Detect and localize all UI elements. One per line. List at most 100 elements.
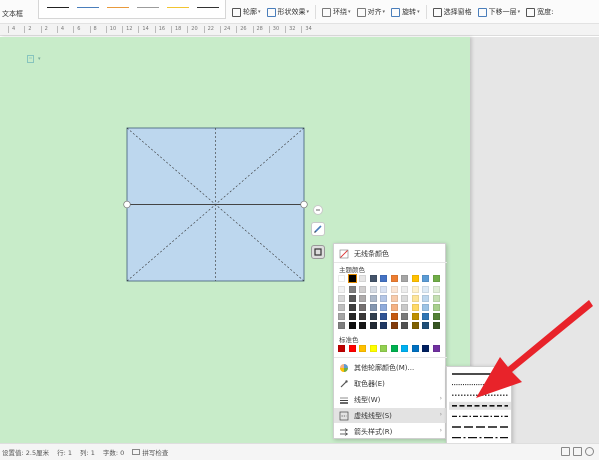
theme-shade-swatch[interactable] bbox=[390, 286, 398, 293]
theme-shade-swatch[interactable] bbox=[338, 295, 345, 302]
status-word-count[interactable]: 字数: 0 bbox=[103, 447, 124, 457]
theme-shade-swatch[interactable] bbox=[422, 322, 429, 329]
standard-color-swatch[interactable] bbox=[411, 345, 419, 352]
theme-shade-swatch[interactable] bbox=[338, 322, 345, 329]
standard-color-swatch[interactable] bbox=[359, 345, 366, 352]
theme-shade-swatch[interactable] bbox=[380, 295, 387, 302]
line-color-swatch[interactable] bbox=[197, 7, 219, 8]
theme-shade-swatch[interactable] bbox=[432, 313, 440, 320]
standard-color-swatch[interactable] bbox=[369, 345, 377, 352]
theme-shade-swatch[interactable] bbox=[432, 322, 440, 329]
theme-shade-swatch[interactable] bbox=[422, 295, 429, 302]
theme-color-swatch[interactable] bbox=[347, 274, 357, 283]
theme-shade-swatch[interactable] bbox=[369, 313, 377, 320]
theme-shade-swatch[interactable] bbox=[411, 313, 419, 320]
standard-color-swatch[interactable] bbox=[401, 345, 408, 352]
menu-item-arrow-style[interactable]: 箭头样式(R) › bbox=[334, 424, 447, 439]
theme-shade-swatch[interactable] bbox=[369, 304, 377, 311]
horizontal-ruler[interactable]: 4 2 2 4 6 8 10 12 14 16 18 20 22 24 26 28 30 32 34 bbox=[0, 24, 599, 36]
theme-shade-swatch[interactable] bbox=[369, 286, 377, 293]
theme-shade-swatch[interactable] bbox=[338, 304, 345, 311]
theme-shade-swatch[interactable] bbox=[401, 304, 408, 311]
toolbar-item-7[interactable]: 宽度: bbox=[526, 7, 553, 17]
theme-shade-swatch[interactable] bbox=[380, 286, 387, 293]
menu-item-eyedropper[interactable]: 取色器(E) bbox=[334, 376, 447, 391]
toolbar-item-1[interactable]: 形状效果 ▾ bbox=[266, 7, 309, 17]
line-color-swatch[interactable] bbox=[137, 7, 159, 8]
status-position[interactable]: 设置值: 2.5厘米 bbox=[2, 447, 49, 457]
theme-shade-swatch[interactable] bbox=[369, 295, 377, 302]
theme-color-swatch[interactable] bbox=[422, 275, 429, 282]
collapse-button[interactable] bbox=[313, 205, 323, 215]
theme-color-swatch[interactable] bbox=[369, 275, 377, 282]
paragraph-layout-icon[interactable] bbox=[27, 55, 35, 63]
theme-shade-swatch[interactable] bbox=[432, 304, 440, 311]
theme-shade-swatch[interactable] bbox=[380, 322, 387, 329]
theme-shade-swatch[interactable] bbox=[359, 304, 366, 311]
theme-color-swatch[interactable] bbox=[359, 275, 366, 282]
theme-color-swatch[interactable] bbox=[390, 275, 398, 282]
theme-color-swatch[interactable] bbox=[432, 275, 440, 282]
shape-style-button[interactable] bbox=[311, 222, 325, 236]
theme-shade-swatch[interactable] bbox=[390, 313, 398, 320]
standard-color-swatch[interactable] bbox=[432, 345, 440, 352]
menu-item-more-colors[interactable]: 其他轮廓颜色(M)... bbox=[334, 360, 447, 375]
theme-shade-swatch[interactable] bbox=[422, 304, 429, 311]
theme-shade-swatch[interactable] bbox=[390, 304, 398, 311]
line-color-swatch[interactable] bbox=[77, 7, 99, 8]
toolbar-item-4[interactable]: 旋转 ▾ bbox=[391, 7, 420, 17]
theme-shade-swatch[interactable] bbox=[380, 304, 387, 311]
theme-shade-swatch[interactable] bbox=[380, 313, 387, 320]
theme-color-swatch[interactable] bbox=[401, 275, 408, 282]
theme-shade-swatch[interactable] bbox=[422, 286, 429, 293]
selected-rectangle-shape[interactable] bbox=[123, 127, 308, 282]
theme-color-swatch[interactable] bbox=[380, 275, 387, 282]
toolbar-item-5[interactable]: 选择窗格 bbox=[432, 7, 472, 17]
theme-color-swatch[interactable] bbox=[338, 275, 345, 282]
theme-shade-swatch[interactable] bbox=[411, 286, 419, 293]
theme-shade-swatch[interactable] bbox=[359, 295, 366, 302]
standard-color-swatch[interactable] bbox=[348, 345, 356, 352]
theme-shade-swatch[interactable] bbox=[390, 322, 398, 329]
menu-item-no-line-color[interactable]: 无线条颜色 bbox=[334, 246, 447, 261]
theme-shade-swatch[interactable] bbox=[422, 313, 429, 320]
theme-shade-swatch[interactable] bbox=[348, 304, 356, 311]
theme-shade-swatch[interactable] bbox=[411, 304, 419, 311]
chevron-down-icon[interactable]: ▾ bbox=[38, 56, 41, 62]
theme-shade-swatch[interactable] bbox=[401, 313, 408, 320]
theme-shade-swatch[interactable] bbox=[338, 313, 345, 320]
theme-shade-swatch[interactable] bbox=[411, 295, 419, 302]
theme-shade-swatch[interactable] bbox=[432, 286, 440, 293]
theme-shade-swatch[interactable] bbox=[369, 322, 377, 329]
standard-color-swatch[interactable] bbox=[338, 345, 345, 352]
theme-shade-swatch[interactable] bbox=[338, 286, 345, 293]
theme-color-swatch[interactable] bbox=[411, 275, 419, 282]
theme-shade-swatch[interactable] bbox=[348, 295, 356, 302]
theme-shade-swatch[interactable] bbox=[359, 313, 366, 320]
theme-shade-swatch[interactable] bbox=[348, 286, 356, 293]
web-view-icon[interactable] bbox=[585, 447, 594, 456]
standard-color-swatch[interactable] bbox=[380, 345, 387, 352]
toolbar-item-0[interactable]: 轮廓 ▾ bbox=[232, 7, 261, 17]
theme-shade-swatch[interactable] bbox=[348, 322, 356, 329]
line-color-swatch[interactable] bbox=[47, 7, 69, 8]
theme-shade-swatch[interactable] bbox=[432, 295, 440, 302]
toolbar-item-3[interactable]: 对齐 ▾ bbox=[356, 7, 385, 17]
theme-shade-swatch[interactable] bbox=[401, 286, 408, 293]
theme-shade-swatch[interactable] bbox=[401, 295, 408, 302]
status-spell-check[interactable]: 拼写检查 bbox=[132, 447, 168, 457]
standard-color-swatch[interactable] bbox=[422, 345, 429, 352]
theme-shade-swatch[interactable] bbox=[411, 322, 419, 329]
outline-view-icon[interactable] bbox=[573, 447, 582, 456]
line-style-gallery[interactable] bbox=[38, 0, 226, 19]
menu-item-dash-style[interactable]: 虚线线型(S) › bbox=[334, 408, 447, 423]
theme-shade-swatch[interactable] bbox=[390, 295, 398, 302]
print-layout-icon[interactable] bbox=[561, 447, 570, 456]
theme-shade-swatch[interactable] bbox=[401, 322, 408, 329]
line-color-swatch[interactable] bbox=[107, 7, 129, 8]
menu-item-line-style[interactable]: 线型(W) › bbox=[334, 392, 447, 407]
shape-outline-button[interactable] bbox=[311, 245, 325, 259]
theme-shade-swatch[interactable] bbox=[359, 322, 366, 329]
textbox-label[interactable]: 文本框 bbox=[2, 9, 23, 19]
theme-shade-swatch[interactable] bbox=[348, 313, 356, 320]
